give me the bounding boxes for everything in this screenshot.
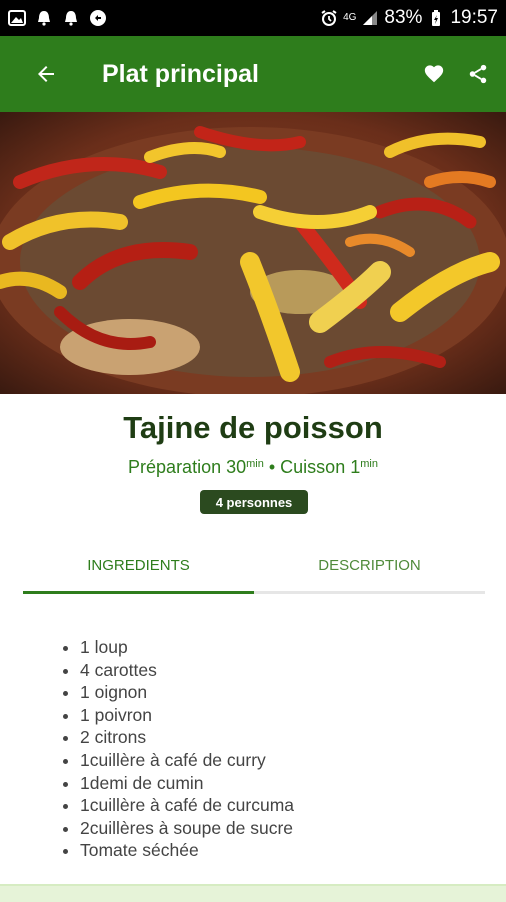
recipe-times: Préparation 30min • Cuisson 1min — [0, 457, 506, 478]
bottom-banner-edge — [0, 884, 506, 902]
arrow-left-icon — [38, 66, 54, 82]
alarm-clock-icon — [320, 9, 338, 27]
servings-badge: 4 personnes — [200, 490, 308, 514]
ingredient-item: 2cuillères à soupe de sucre — [80, 817, 506, 840]
network-type: 4G — [343, 12, 357, 23]
ingredients-list: 1 loup 4 carottes 1 oignon 1 poivron 2 c… — [40, 636, 506, 862]
ingredient-item: 2 citrons — [80, 726, 506, 749]
alarm-notification-icon — [35, 9, 53, 27]
recipe-title: Tajine de poisson — [123, 410, 383, 445]
app-title: Plat principal — [102, 59, 259, 88]
prep-time: Préparation 30 — [128, 457, 247, 477]
clock-time: 19:57 — [450, 7, 498, 28]
ingredient-item: 1demi de cumin — [80, 772, 506, 795]
tab-description[interactable]: DESCRIPTION — [254, 540, 485, 594]
tab-ingredients[interactable]: INGREDIENTS — [23, 540, 254, 594]
ingredient-item: 4 carottes — [80, 659, 506, 682]
ingredient-item: 1 poivron — [80, 704, 506, 727]
prep-time-unit: min — [246, 458, 264, 470]
times-separator: • — [263, 457, 281, 477]
heart-icon — [424, 65, 444, 83]
status-bar: 4G 83% 19:57 — [0, 0, 506, 36]
signal-icon — [361, 9, 379, 27]
sync-notification-icon — [89, 9, 107, 27]
share-icon — [469, 64, 487, 84]
tab-bar: INGREDIENTS DESCRIPTION — [23, 540, 485, 594]
share-button[interactable] — [466, 62, 490, 86]
app-bar: Plat principal — [0, 36, 506, 112]
gallery-notification-icon — [8, 9, 26, 27]
ingredient-item: Tomate séchée — [80, 839, 506, 862]
battery-percent: 83% — [384, 7, 423, 28]
back-button[interactable] — [32, 60, 60, 88]
ingredient-item: 1 loup — [80, 636, 506, 659]
bell-notification-icon — [62, 9, 80, 27]
ingredient-item: 1cuillère à café de curcuma — [80, 794, 506, 817]
ingredient-item: 1 oignon — [80, 681, 506, 704]
cook-time-unit: min — [360, 458, 378, 470]
favorite-button[interactable] — [422, 62, 446, 86]
ingredient-item: 1cuillère à café de curry — [80, 749, 506, 772]
battery-icon — [427, 9, 445, 27]
recipe-photo — [0, 112, 506, 394]
cook-time: Cuisson 1 — [280, 457, 361, 477]
